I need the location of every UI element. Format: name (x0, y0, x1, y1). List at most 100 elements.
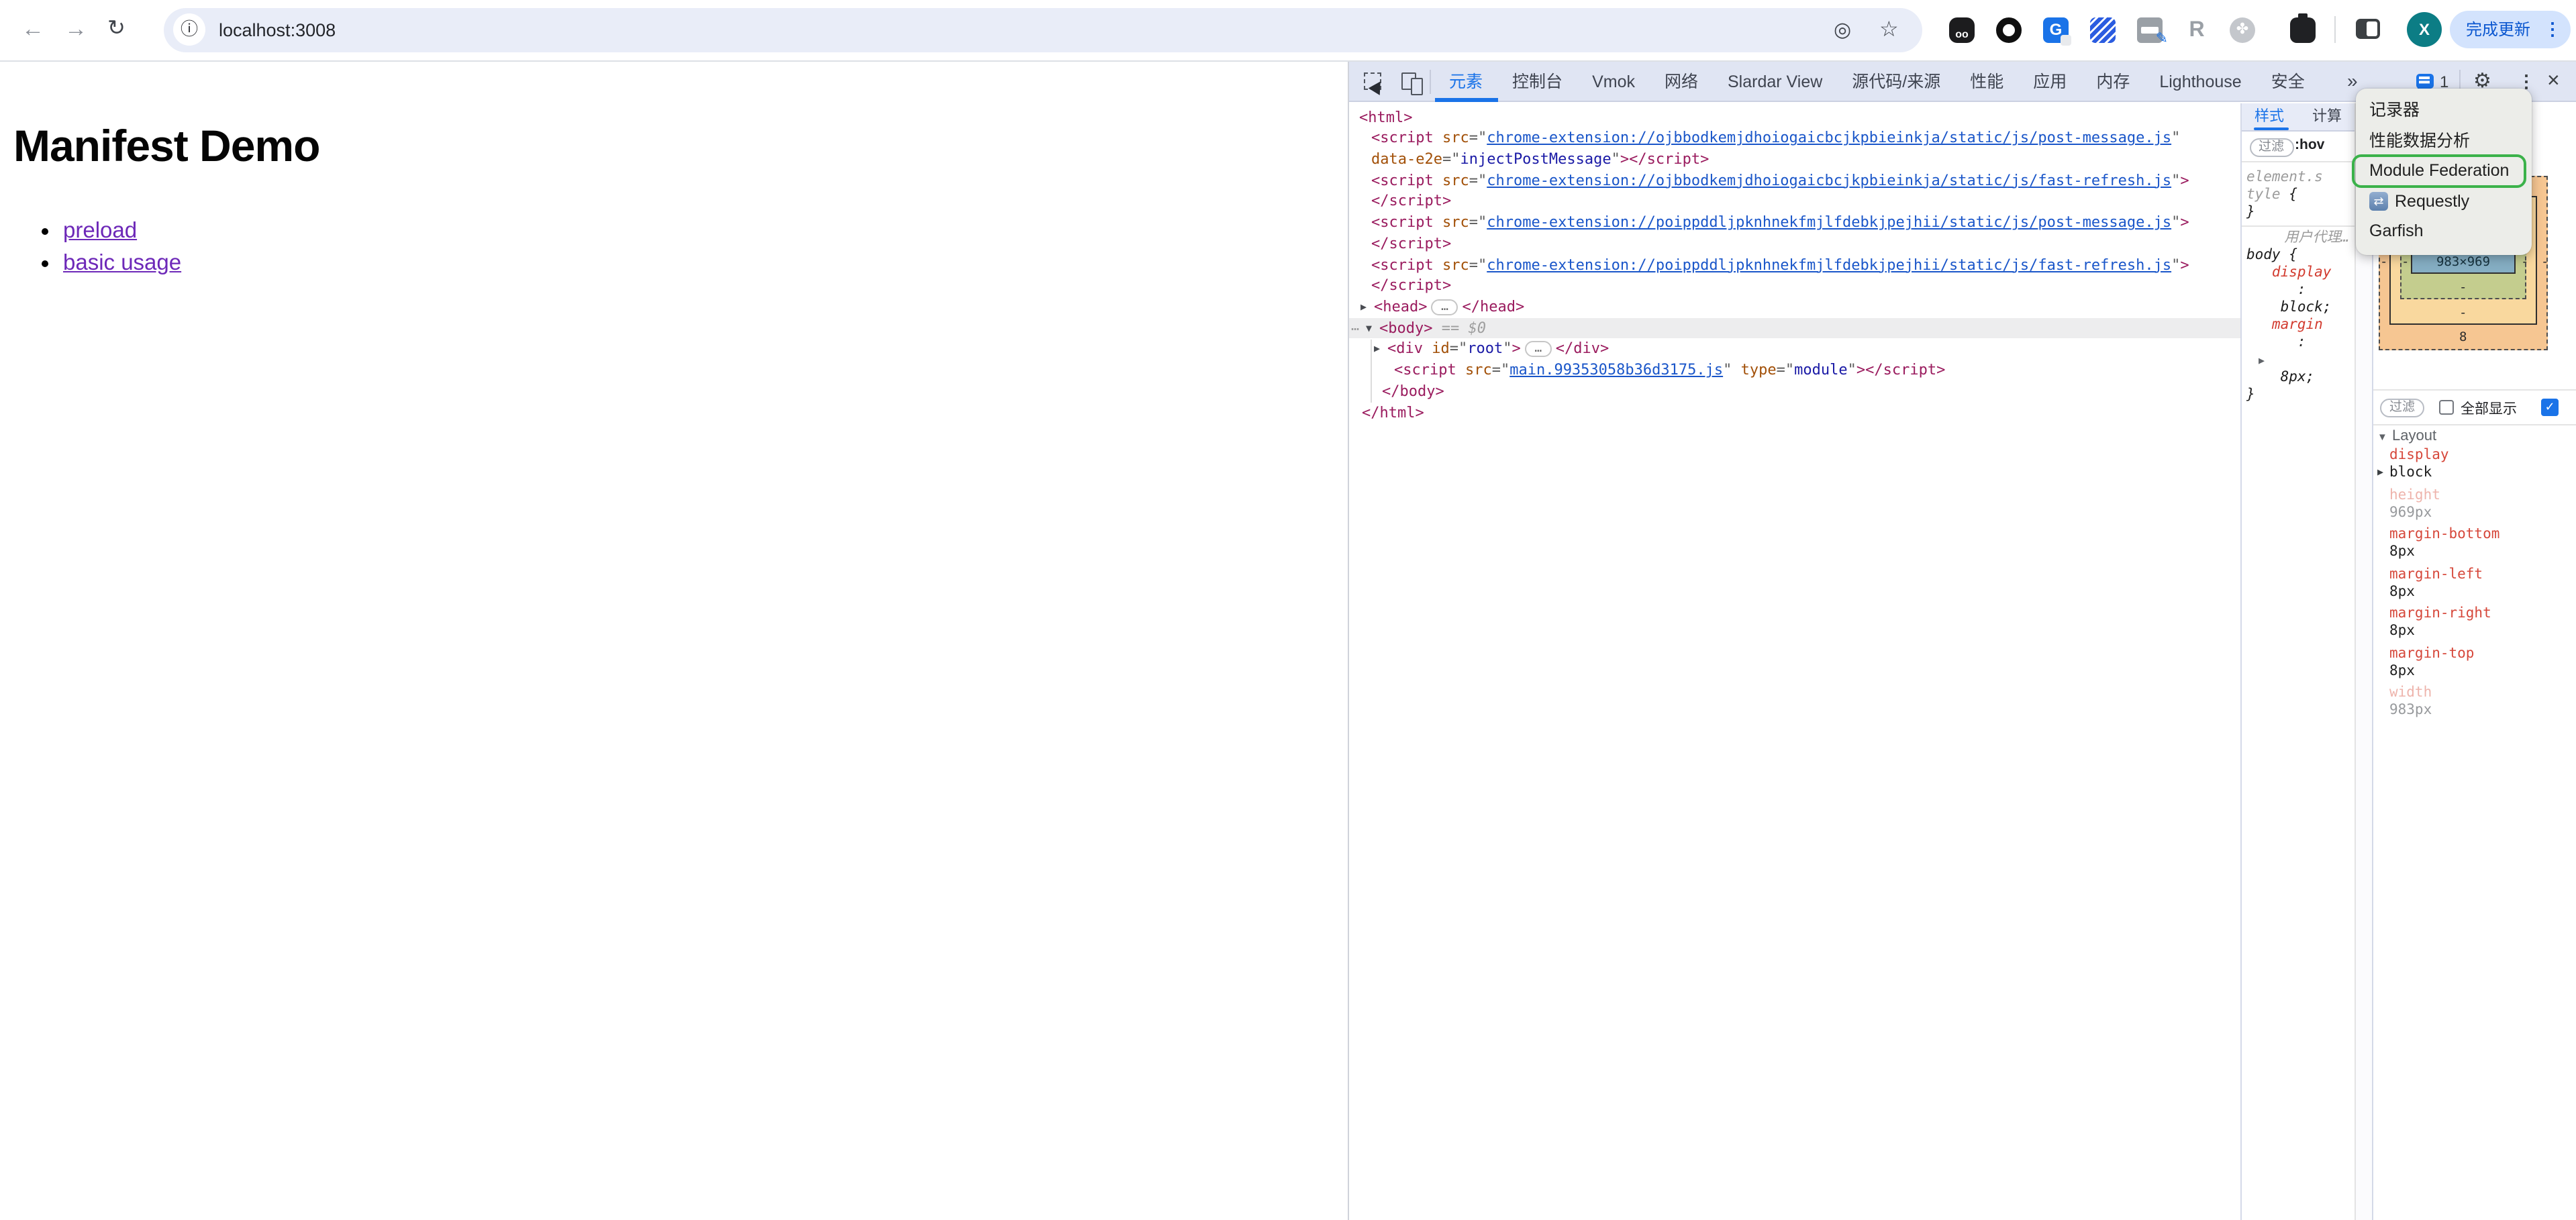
dom-tree-row[interactable]: <script src="chrome-extension://poippddl… (1348, 212, 2240, 233)
hover-state-button[interactable]: :hov (2295, 136, 2324, 152)
basic-usage-link[interactable]: basic usage (63, 251, 181, 275)
dom-tree-row[interactable]: </html> (1348, 402, 2240, 423)
reload-icon[interactable]: ↻ (107, 0, 126, 59)
tab-网络[interactable]: 网络 (1650, 61, 1713, 101)
forward-icon[interactable]: → (64, 0, 87, 59)
preload-link[interactable]: preload (63, 218, 137, 242)
tab-styles[interactable]: 样式 (2255, 103, 2284, 131)
dom-tree-row[interactable]: ▶<div id="root">…</div> (1348, 339, 2240, 360)
style-rule-line[interactable]: } (2246, 203, 2353, 221)
issues-icon[interactable] (2416, 73, 2433, 88)
tab-应用[interactable]: 应用 (2018, 61, 2081, 101)
style-rule-line[interactable]: : (2246, 334, 2353, 351)
code-token[interactable]: chrome-extension://ojbbodkemjdhoiogaicbc… (1487, 129, 2171, 146)
collapse-arrow-icon[interactable]: ▼ (1366, 317, 1372, 338)
dom-tree-row[interactable]: </script> (1348, 276, 2240, 297)
style-rule-line[interactable]: 8px; (2246, 368, 2353, 386)
browser-menu-dots-icon[interactable]: ⋮ (2544, 11, 2561, 48)
extension-icon-5[interactable]: ✎ (2137, 17, 2163, 42)
computed-property-display[interactable]: display▶block (2389, 448, 2576, 488)
tab-vmok[interactable]: Vmok (1577, 61, 1650, 101)
tab-内存[interactable]: 内存 (2081, 61, 2144, 101)
expand-arrow-icon[interactable]: ▶ (1360, 297, 1367, 317)
menu-item-requestly[interactable]: ⇄Requestly (2356, 187, 2532, 217)
tab-控制台[interactable]: 控制台 (1497, 61, 1577, 101)
tab-lighthouse[interactable]: Lighthouse (2144, 61, 2256, 101)
code-token[interactable]: main.99353058b36d3175.js (1509, 361, 1723, 378)
profile-avatar[interactable]: X (2407, 12, 2442, 47)
computed-property-height[interactable]: height969px (2389, 488, 2576, 527)
code-token[interactable]: chrome-extension://ojbbodkemjdhoiogaicbc… (1487, 171, 2171, 189)
address-bar[interactable]: ⓘ localhost:3008 ◎ ☆ (164, 7, 1922, 52)
extension-icon-2[interactable] (1996, 17, 2022, 42)
computed-property-margin-bottom[interactable]: margin-bottom8px (2389, 527, 2576, 567)
computed-property-margin-left[interactable]: margin-left8px (2389, 567, 2576, 607)
tab-源代码-来源[interactable]: 源代码/来源 (1837, 61, 1955, 101)
dom-tree-row[interactable]: <script src="main.99353058b36d3175.js" t… (1348, 360, 2240, 380)
layout-section-header[interactable]: ▼ Layout (2373, 424, 2576, 448)
device-toolbar-icon[interactable] (1401, 72, 1416, 89)
dom-tree-row[interactable]: <html> (1348, 107, 2240, 128)
inspect-element-icon[interactable] (1363, 72, 1381, 89)
back-icon[interactable]: ← (21, 0, 44, 59)
translate-extension-icon[interactable]: G (2043, 17, 2069, 42)
computed-property-margin-right[interactable]: margin-right8px (2389, 607, 2576, 646)
url-text[interactable]: localhost:3008 (219, 7, 336, 52)
styles-scrollbar[interactable] (2355, 103, 2373, 1220)
preview-eye-icon[interactable]: ◎ (1834, 7, 1851, 52)
side-panel-icon[interactable] (2356, 19, 2380, 39)
code-token: </script> (1371, 235, 1451, 252)
row-actions-icon[interactable]: … (1351, 317, 1358, 336)
tab-性能[interactable]: 性能 (1955, 61, 2018, 101)
menu-item-garfish[interactable]: Garfish (2356, 217, 2532, 247)
layout-label: Layout (2392, 428, 2436, 444)
code-token[interactable]: chrome-extension://poippddljpknhnekfmjlf… (1487, 256, 2171, 273)
style-rule-line[interactable]: : (2246, 281, 2353, 299)
expand-arrow-icon[interactable]: ▶ (1374, 339, 1380, 360)
dom-tree-row[interactable]: </body> (1348, 381, 2240, 402)
style-rule-line[interactable]: margin (2246, 316, 2353, 334)
extension-icon-6[interactable]: R (2184, 17, 2210, 42)
site-info-icon[interactable]: ⓘ (173, 13, 205, 46)
extension-icon-8[interactable] (2290, 17, 2316, 42)
extension-icon-4[interactable] (2090, 17, 2116, 42)
style-rule-line[interactable]: tyle { (2246, 186, 2353, 203)
box-model-value: - (2459, 305, 2467, 320)
tab-computed[interactable]: 计算 (2312, 103, 2342, 131)
extension-icon-1[interactable]: oo (1949, 17, 1975, 42)
dom-tree-row[interactable]: <script src="chrome-extension://ojbbodke… (1348, 128, 2240, 148)
collapsed-content-icon[interactable]: … (1432, 299, 1458, 315)
tab-slardar-view[interactable]: Slardar View (1713, 61, 1837, 101)
menu-item-性能数据分析[interactable]: 性能数据分析 (2356, 125, 2532, 156)
menu-item-module-federation[interactable]: Module Federation (2356, 156, 2532, 186)
close-devtools-icon[interactable]: × (2547, 61, 2560, 101)
menu-item-记录器[interactable]: 记录器 (2356, 95, 2532, 125)
style-rule-line[interactable]: ▶ (2246, 351, 2353, 368)
dom-tree-row[interactable]: data-e2e="injectPostMessage"></script> (1348, 149, 2240, 170)
tab-元素[interactable]: 元素 (1434, 61, 1497, 101)
style-rule-line[interactable]: block; (2246, 299, 2353, 316)
bookmark-star-icon[interactable]: ☆ (1879, 7, 1899, 52)
style-rule-line[interactable]: } (2246, 386, 2353, 403)
computed-property-margin-top[interactable]: margin-top8px (2389, 646, 2576, 686)
computed-property-width[interactable]: width983px (2389, 686, 2576, 725)
code-token[interactable]: chrome-extension://poippddljpknhnekfmjlf… (1487, 213, 2171, 231)
collapsed-content-icon[interactable]: … (1525, 342, 1552, 358)
extension-icon-7[interactable]: ✤ (2230, 17, 2255, 42)
style-rule-line[interactable]: display (2246, 264, 2353, 281)
dom-tree-row[interactable]: <script src="chrome-extension://ojbbodke… (1348, 170, 2240, 191)
group-checkbox[interactable]: ✓ (2541, 399, 2559, 416)
style-rule-line[interactable]: element.s (2246, 168, 2353, 186)
computed-filter-input[interactable]: 过滤 (2380, 399, 2424, 417)
dom-tree-row[interactable]: </script> (1348, 234, 2240, 254)
style-rule-line[interactable]: body { (2246, 246, 2353, 264)
show-all-checkbox[interactable] (2439, 400, 2454, 415)
dom-tree-row[interactable]: …▼<body> == $0 (1348, 317, 2240, 338)
dom-tree-row[interactable]: ▶<head>…</head> (1348, 297, 2240, 317)
dom-tree-row[interactable]: </script> (1348, 191, 2240, 212)
tab-安全[interactable]: 安全 (2257, 61, 2320, 101)
dom-tree-row[interactable]: <script src="chrome-extension://poippddl… (1348, 254, 2240, 275)
expand-arrow-icon[interactable]: ▶ (2377, 466, 2383, 478)
update-chrome-button[interactable]: 完成更新 ⋮ (2450, 11, 2571, 48)
styles-filter-input[interactable]: 过滤 (2249, 138, 2293, 156)
